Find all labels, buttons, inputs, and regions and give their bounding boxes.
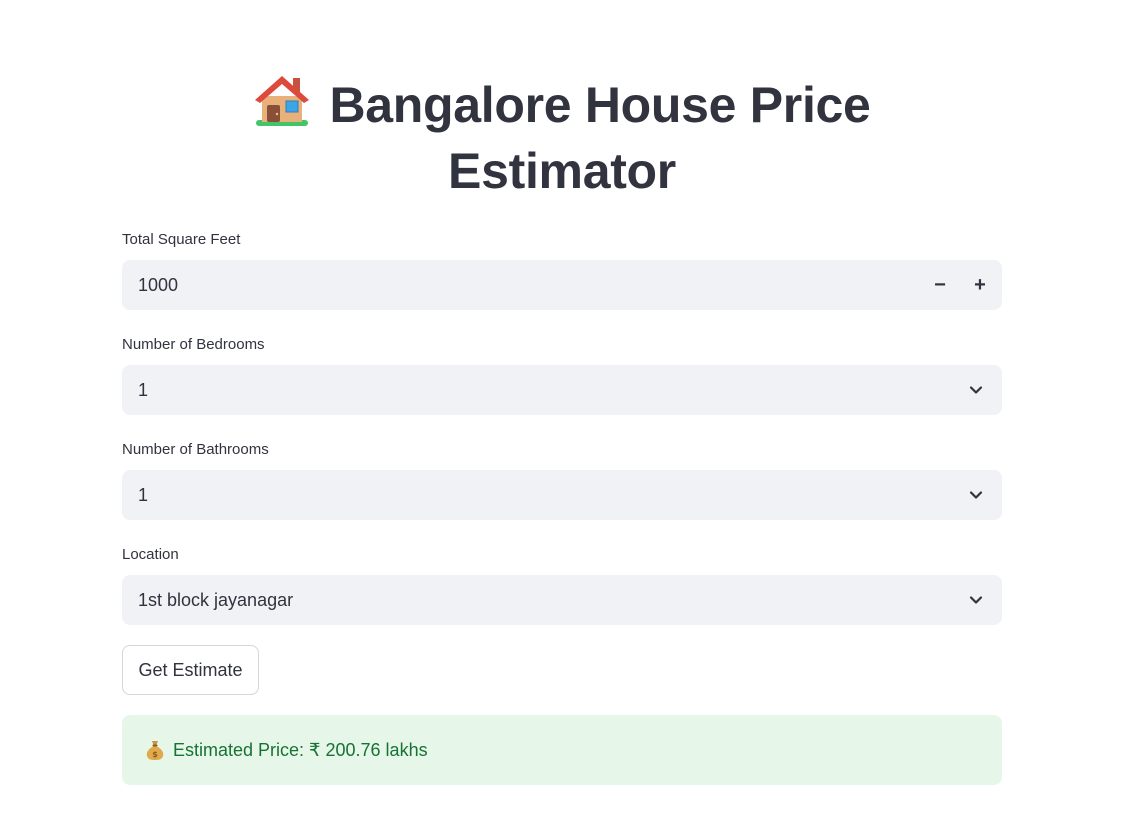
get-estimate-button[interactable]: Get Estimate: [122, 645, 259, 695]
increment-button[interactable]: +: [960, 260, 1000, 310]
sqft-number-input[interactable]: 1000 − +: [122, 260, 1002, 310]
estimate-result-text: Estimated Price: ₹ 200.76 lakhs: [173, 740, 428, 760]
bedrooms-select[interactable]: 1: [122, 365, 1002, 415]
chevron-down-icon[interactable]: [968, 592, 984, 608]
sqft-label: Total Square Feet: [122, 231, 241, 248]
location-label: Location: [122, 546, 179, 563]
chevron-down-icon[interactable]: [968, 487, 984, 503]
bathrooms-select[interactable]: 1: [122, 470, 1002, 520]
bedrooms-selected-value: 1: [138, 380, 149, 400]
bathrooms-label: Number of Bathrooms: [122, 441, 269, 458]
chevron-down-icon[interactable]: [968, 382, 984, 398]
title-text-line-2: Estimator: [448, 143, 676, 199]
title-text-line-1: Bangalore House Price: [329, 77, 871, 133]
bedrooms-label: Number of Bedrooms: [122, 336, 265, 353]
sqft-value[interactable]: 1000: [138, 260, 178, 310]
svg-text:$: $: [152, 750, 158, 759]
estimate-result-alert: $ Estimated Price: ₹ 200.76 lakhs: [122, 715, 1002, 785]
location-select[interactable]: 1st block jayanagar: [122, 575, 1002, 625]
page-title: Bangalore House Price Estimator: [122, 72, 1002, 204]
house-icon: [253, 72, 311, 128]
location-selected-value: 1st block jayanagar: [138, 590, 294, 610]
page-title-line-1: Bangalore House Price: [122, 72, 1002, 138]
bathrooms-selected-value: 1: [138, 485, 149, 505]
money-bag-icon: $: [146, 741, 164, 760]
decrement-button[interactable]: −: [920, 260, 960, 310]
